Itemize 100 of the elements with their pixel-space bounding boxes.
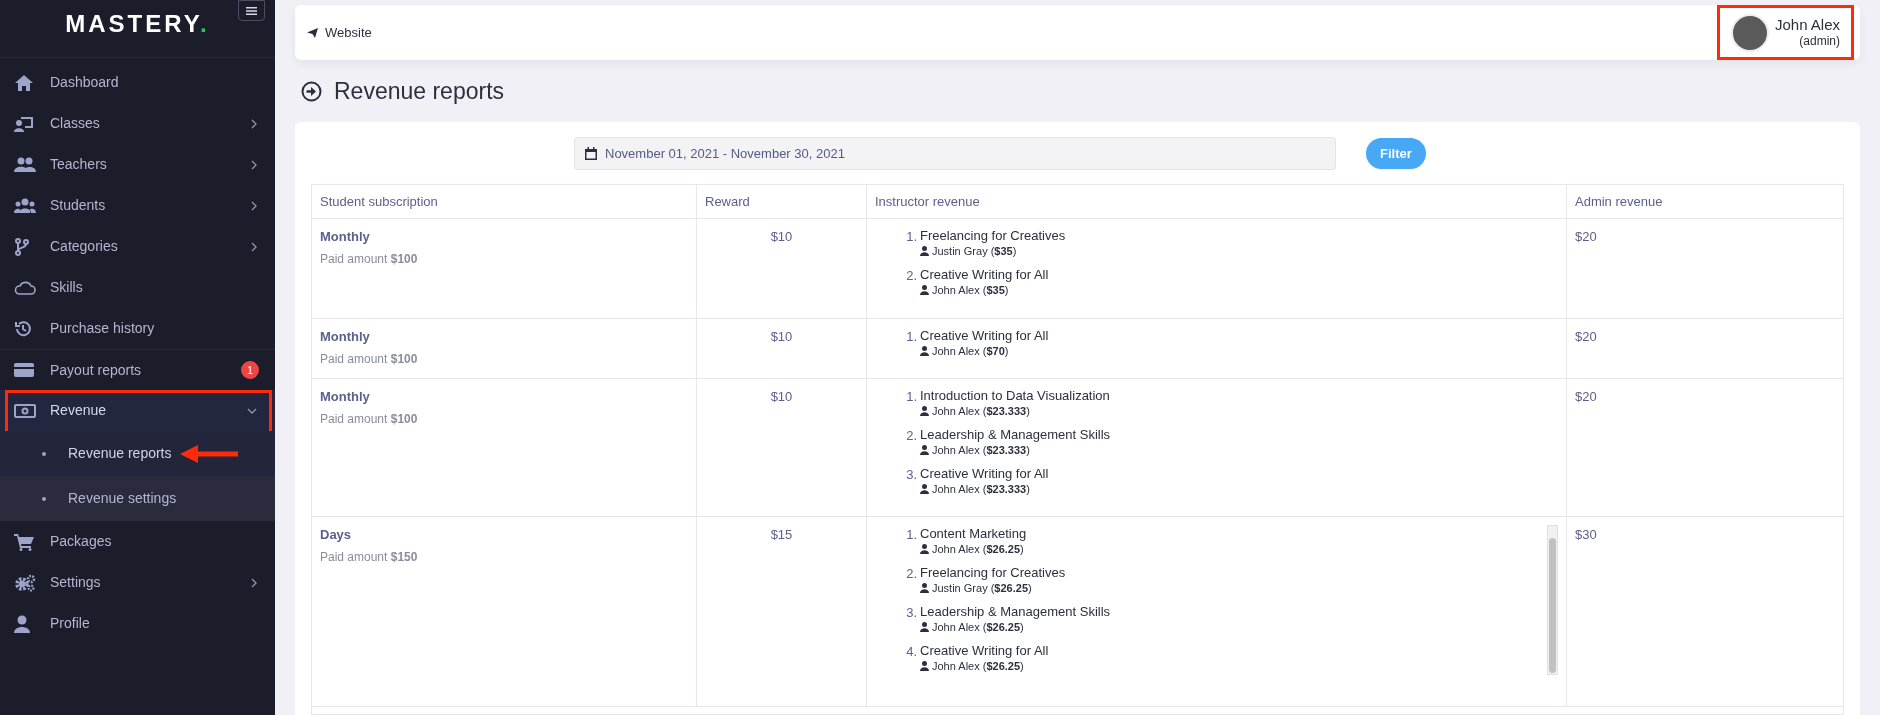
sidebar-item[interactable]: Categories [0, 226, 275, 267]
chevron-right-icon [251, 241, 257, 252]
user-role: (admin) [1799, 34, 1840, 50]
admin-revenue-amount: $20 [1575, 328, 1597, 346]
annotation-arrow [180, 445, 238, 463]
users-icon [14, 156, 36, 173]
list-number: 1. [905, 228, 917, 246]
count-badge: 1 [241, 361, 259, 379]
column-header: Reward [697, 185, 867, 218]
sidebar-item[interactable]: Revenue [0, 390, 275, 431]
list-number: 1. [905, 328, 917, 346]
user-icon [920, 622, 929, 632]
sidebar-item[interactable]: Classes [0, 103, 275, 144]
user-icon [920, 285, 929, 295]
plan-name: Days [320, 526, 352, 544]
column-header: Instructor revenue [867, 185, 1567, 218]
list-number: 1. [905, 388, 917, 406]
course-title: Leadership & Management Skills [920, 426, 1111, 443]
admin-revenue-amount: $20 [1575, 228, 1597, 246]
paid-amount: Paid amount $100 [320, 350, 418, 368]
list-number: 1. [905, 526, 917, 544]
sidebar-item[interactable]: Packages [0, 521, 275, 562]
instructor-share: John Alex ($26.25) [932, 542, 1024, 556]
date-range-field[interactable]: November 01, 2021 - November 30, 2021 [574, 137, 1336, 170]
user-icon [920, 661, 929, 671]
chevron-right-icon [251, 159, 257, 170]
menu-icon [246, 6, 257, 15]
sidebar-item[interactable]: Profile [0, 603, 275, 644]
column-header: Student subscription [312, 185, 697, 218]
course-title: Freelancing for Creatives [920, 564, 1066, 581]
user-group-icon [14, 197, 36, 214]
admin-revenue-amount: $20 [1575, 388, 1597, 406]
instructor-share: John Alex ($70) [932, 344, 1009, 358]
reward-amount: $15 [770, 526, 793, 544]
reward-amount: $10 [770, 388, 793, 406]
chevron-right-icon [251, 200, 257, 211]
instructor-share: John Alex ($23.333) [932, 482, 1030, 496]
user-icon [920, 406, 929, 416]
chevron-right-icon [251, 118, 257, 129]
course-title: Freelancing for Creatives [920, 227, 1066, 244]
paid-amount: Paid amount $100 [320, 410, 418, 428]
page-title: Revenue reports [334, 76, 505, 106]
course-title: Leadership & Management Skills [920, 603, 1111, 620]
instructor-share: John Alex ($26.25) [932, 659, 1024, 673]
course-title: Creative Writing for All [920, 266, 1049, 283]
submenu-item[interactable]: Revenue settings [0, 476, 275, 521]
list-number: 3. [905, 466, 917, 484]
cart-icon [14, 532, 34, 551]
sidebar-item[interactable]: Purchase history [0, 308, 275, 349]
user-icon [920, 445, 929, 455]
list-number: 4. [905, 643, 917, 661]
sidebar-item[interactable]: Settings [0, 562, 275, 603]
website-link[interactable]: Website [307, 22, 372, 43]
paper-plane-icon [307, 27, 318, 38]
user-icon [920, 246, 929, 256]
chevron-right-icon [251, 577, 257, 588]
sidebar-item[interactable]: Dashboard [0, 62, 275, 103]
credit-card-icon [14, 362, 34, 378]
column-header: Admin revenue [1574, 192, 1664, 211]
home-icon [14, 73, 34, 92]
gears-icon [14, 573, 36, 592]
sidebar-item[interactable]: Payout reports 1 [0, 349, 275, 390]
course-title: Creative Writing for All [920, 465, 1049, 482]
cloud-icon [14, 280, 36, 295]
course-title: Content Marketing [920, 525, 1027, 542]
banknote-icon [14, 403, 36, 418]
instructor-share: Justin Gray ($35) [932, 244, 1017, 258]
history-icon [14, 319, 32, 338]
branch-icon [14, 237, 30, 256]
sidebar-item[interactable]: Skills [0, 267, 275, 308]
board-icon [14, 114, 34, 133]
plan-name: Monthly [320, 228, 370, 246]
avatar-photo-placeholder [1730, 13, 1769, 52]
scrollbar[interactable] [1547, 525, 1558, 675]
reward-amount: $10 [770, 328, 793, 346]
calendar-icon [585, 147, 597, 160]
course-title: Creative Writing for All [920, 642, 1049, 659]
list-number: 2. [905, 427, 917, 445]
sidebar-item[interactable]: Teachers [0, 144, 275, 185]
mastery-logo: MASTERY. [65, 9, 210, 39]
chevron-down-icon [247, 407, 257, 414]
submenu-item[interactable]: Revenue reports [0, 431, 275, 476]
arrow-circle-icon [301, 80, 322, 102]
instructor-share: John Alex ($35) [932, 283, 1009, 297]
instructor-share: Justin Gray ($26.25) [932, 581, 1032, 595]
paid-amount: Paid amount $150 [320, 548, 418, 566]
reward-amount: $10 [770, 228, 793, 246]
menu-toggle-button[interactable] [238, 0, 265, 21]
instructor-share: John Alex ($23.333) [932, 443, 1030, 457]
list-number: 2. [905, 267, 917, 285]
user-menu[interactable]: John Alex (admin) [1716, 5, 1854, 60]
user-icon [14, 614, 30, 633]
user-icon [920, 484, 929, 494]
user-icon [920, 544, 929, 554]
list-number: 3. [905, 604, 917, 622]
admin-revenue-amount: $30 [1575, 526, 1597, 544]
sidebar-item[interactable]: Students [0, 185, 275, 226]
instructor-share: John Alex ($23.333) [932, 404, 1030, 418]
instructor-share: John Alex ($26.25) [932, 620, 1024, 634]
scrollbar-thumb[interactable] [1549, 538, 1556, 673]
